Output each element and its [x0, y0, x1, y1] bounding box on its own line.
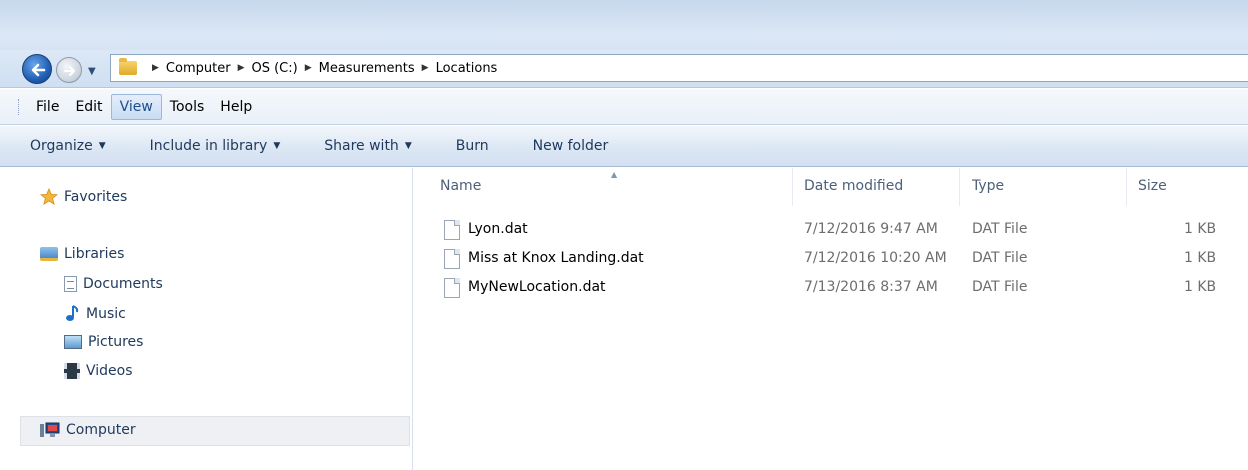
burn-button[interactable]: Burn: [456, 138, 489, 154]
nav-music-label: Music: [86, 306, 126, 322]
file-row[interactable]: MyNewLocation.dat 7/13/2016 8:37 AM DAT …: [414, 273, 1248, 301]
sort-ascending-icon: ▲: [611, 170, 618, 179]
file-size: 1 KB: [1184, 279, 1217, 295]
file-type: DAT File: [972, 250, 1028, 266]
file-type: DAT File: [972, 221, 1028, 237]
file-size: 1 KB: [1184, 250, 1217, 266]
pictures-icon: [64, 335, 82, 349]
file-list: ▲ Name Date modified Type Size Lyon.dat …: [414, 168, 1248, 470]
file-size: 1 KB: [1184, 221, 1217, 237]
nav-documents-label: Documents: [83, 276, 163, 292]
nav-pictures[interactable]: Pictures: [64, 334, 143, 350]
libraries-icon: [40, 247, 58, 261]
breadcrumb-computer[interactable]: Computer: [166, 61, 231, 76]
navigation-pane: Favorites Libraries Documents Music Pict…: [0, 168, 413, 470]
address-row: ▼ ▶ Computer ▶ OS (C:) ▶ Measurements ▶ …: [0, 50, 1248, 88]
forward-arrow-icon: [64, 66, 75, 76]
file-row[interactable]: Lyon.dat 7/12/2016 9:47 AM DAT File 1 KB: [414, 215, 1248, 243]
music-icon: [66, 305, 79, 321]
column-divider[interactable]: [959, 168, 960, 206]
column-size[interactable]: Size: [1138, 178, 1167, 194]
file-icon: [444, 249, 460, 269]
share-with-label: Share with: [324, 138, 399, 154]
nav-favorites[interactable]: Favorites: [40, 188, 127, 206]
nav-music[interactable]: Music: [64, 305, 126, 323]
breadcrumb-locations[interactable]: Locations: [436, 61, 498, 76]
column-divider[interactable]: [1126, 168, 1127, 206]
file-name: Lyon.dat: [468, 221, 528, 237]
menu-file[interactable]: File: [28, 95, 67, 119]
breadcrumb-separator-icon[interactable]: ▶: [422, 63, 429, 73]
file-row[interactable]: Miss at Knox Landing.dat 7/12/2016 10:20…: [414, 244, 1248, 272]
nav-computer[interactable]: Computer: [40, 422, 136, 438]
chevron-down-icon: ▼: [98, 141, 106, 151]
nav-videos-label: Videos: [86, 363, 133, 379]
file-name: MyNewLocation.dat: [468, 279, 606, 295]
menu-edit[interactable]: Edit: [67, 95, 110, 119]
nav-libraries-label: Libraries: [64, 246, 125, 262]
share-with-button[interactable]: Share with ▼: [324, 138, 411, 154]
chevron-down-icon: ▼: [404, 141, 412, 151]
organize-button[interactable]: Organize ▼: [30, 138, 106, 154]
column-type[interactable]: Type: [972, 178, 1004, 194]
nav-computer-label: Computer: [66, 422, 136, 438]
forward-button[interactable]: [56, 57, 82, 83]
breadcrumb-separator-icon[interactable]: ▶: [305, 63, 312, 73]
organize-label: Organize: [30, 138, 93, 154]
column-name[interactable]: Name: [440, 178, 481, 194]
breadcrumb-separator-icon[interactable]: ▶: [152, 63, 159, 73]
file-icon: [444, 278, 460, 298]
file-icon: [444, 220, 460, 240]
menu-tools[interactable]: Tools: [162, 95, 213, 119]
menu-help[interactable]: Help: [212, 95, 260, 119]
column-date-modified[interactable]: Date modified: [804, 178, 903, 194]
nav-favorites-label: Favorites: [64, 189, 128, 205]
chevron-down-icon: ▼: [273, 141, 281, 151]
column-header-row: ▲ Name Date modified Type Size: [414, 168, 1248, 206]
nav-pictures-label: Pictures: [88, 334, 144, 350]
star-icon: [40, 188, 58, 205]
file-type: DAT File: [972, 279, 1028, 295]
address-bar[interactable]: ▶ Computer ▶ OS (C:) ▶ Measurements ▶ Lo…: [110, 54, 1248, 82]
breadcrumb-separator-icon[interactable]: ▶: [238, 63, 245, 73]
include-in-library-label: Include in library: [149, 138, 268, 154]
command-bar: Organize ▼ Include in library ▼ Share with…: [0, 126, 1248, 167]
back-button[interactable]: [22, 54, 52, 84]
file-date: 7/12/2016 9:47 AM: [804, 221, 938, 237]
breadcrumb-measurements[interactable]: Measurements: [319, 61, 415, 76]
nav-videos[interactable]: Videos: [64, 363, 133, 379]
include-in-library-button[interactable]: Include in library ▼: [150, 138, 281, 154]
recent-pages-dropdown[interactable]: ▼: [88, 66, 96, 77]
folder-icon: [119, 58, 137, 75]
nav-documents[interactable]: Documents: [64, 276, 163, 292]
computer-icon: [40, 422, 60, 437]
videos-icon: [64, 363, 80, 379]
nav-libraries[interactable]: Libraries: [40, 246, 124, 262]
file-name: Miss at Knox Landing.dat: [468, 250, 644, 266]
menu-bar: File Edit View Tools Help: [0, 89, 1248, 125]
menu-grip: [18, 98, 20, 115]
file-date: 7/12/2016 10:20 AM: [804, 250, 947, 266]
breadcrumb-os-c[interactable]: OS (C:): [251, 61, 297, 76]
window-title-bar: [0, 0, 1248, 50]
back-arrow-icon: [31, 63, 46, 77]
column-divider[interactable]: [792, 168, 793, 206]
new-folder-button[interactable]: New folder: [533, 138, 609, 154]
chevron-down-icon: ▼: [88, 66, 96, 77]
file-date: 7/13/2016 8:37 AM: [804, 279, 938, 295]
documents-icon: [64, 276, 77, 292]
menu-view[interactable]: View: [110, 93, 162, 120]
